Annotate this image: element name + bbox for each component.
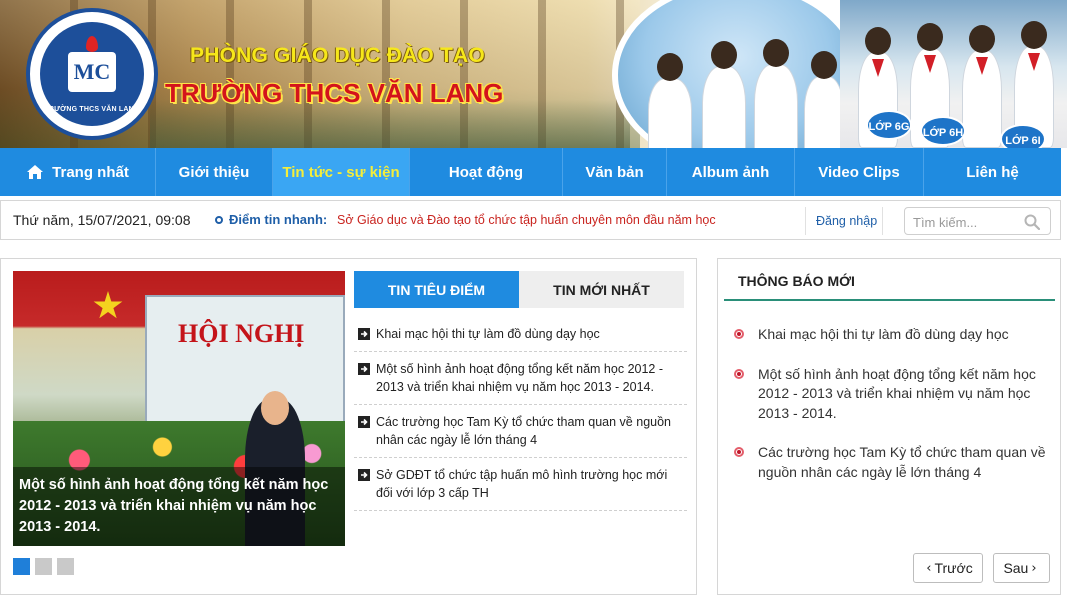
class-sign: LỚP 6G — [866, 110, 912, 140]
bullet-icon — [734, 329, 744, 339]
next-button[interactable]: Sau › — [993, 553, 1050, 583]
info-bar: Thứ năm, 15/07/2021, 09:08 Điểm tin nhan… — [0, 200, 1061, 240]
list-item[interactable]: Một số hình ảnh hoạt động tổng kết năm h… — [354, 352, 687, 405]
nav-item-contact[interactable]: Liên hệ — [924, 148, 1061, 196]
news-tabs: TIN TIÊU ĐIỂM TIN MỚI NHẤT — [354, 271, 684, 308]
slide-dot-2[interactable] — [35, 558, 52, 575]
nav-item-news[interactable]: Tin tức - sự kiện — [273, 148, 410, 196]
nav-item-label: Hoạt động — [448, 163, 524, 181]
prev-button-label: Trước — [934, 560, 973, 576]
student-figure — [962, 25, 1002, 148]
nav-item-label: Trang nhất — [52, 163, 129, 181]
next-button-label: Sau — [1003, 560, 1029, 576]
bullet-icon — [734, 368, 744, 379]
school-logo[interactable]: MC TRƯỜNG THCS VĂN LANG — [26, 8, 158, 140]
book-icon: MC — [68, 52, 116, 92]
chevron-left-icon: ‹ — [926, 560, 932, 576]
nav-item-activities[interactable]: Hoạt động — [410, 148, 563, 196]
header-banner: LỚP 6G LỚP 6H LỚP 6I MC TRƯỜNG THCS VĂN … — [0, 0, 1067, 148]
arrow-right-icon — [358, 328, 370, 340]
arrow-right-icon — [358, 363, 370, 375]
list-item-text: Một số hình ảnh hoạt động tổng kết năm h… — [758, 365, 1036, 421]
list-item-text: Một số hình ảnh hoạt động tổng kết năm h… — [376, 362, 664, 394]
featured-slide[interactable]: HỘI NGHỊ Một số hình ảnh hoạt động tổng … — [13, 271, 345, 546]
quick-news-ticker[interactable]: Sở Giáo dục và Đào tạo tổ chức tập huấn … — [337, 213, 716, 227]
current-datetime: Thứ năm, 15/07/2021, 09:08 — [13, 212, 191, 228]
search-icon[interactable] — [1024, 214, 1040, 230]
notice-panel: THÔNG BÁO MỚI Khai mạc hội thi tự làm đồ… — [717, 258, 1061, 595]
school-title: TRƯỜNG THCS VĂN LANG — [165, 78, 504, 108]
notice-title: THÔNG BÁO MỚI — [724, 265, 1055, 301]
list-item-text: Sở GDĐT tổ chức tập huấn mô hình trường … — [376, 468, 668, 500]
students-circle-photo — [612, 0, 862, 148]
arrow-right-icon — [358, 416, 370, 428]
search-box — [904, 207, 1051, 235]
list-item[interactable]: Khai mạc hội thi tự làm đồ dùng dạy học — [734, 325, 1050, 345]
quick-news-label: Điểm tin nhanh: — [215, 212, 327, 227]
department-title: PHÒNG GIÁO DỤC ĐÀO TẠO — [190, 44, 485, 67]
tab-latest-news[interactable]: TIN MỚI NHẤT — [519, 271, 684, 308]
nav-item-album[interactable]: Album ảnh — [667, 148, 795, 196]
star-icon — [93, 291, 123, 319]
nav-item-label: Video Clips — [818, 163, 900, 181]
target-icon — [215, 216, 223, 224]
nav-item-video[interactable]: Video Clips — [795, 148, 924, 196]
nav-item-label: Tin tức - sự kiện — [282, 163, 400, 181]
home-icon — [27, 165, 44, 179]
list-item-text: Khai mạc hội thi tự làm đồ dùng dạy học — [376, 327, 600, 341]
nav-item-label: Liên hệ — [966, 163, 1019, 181]
slide-dot-3[interactable] — [57, 558, 74, 575]
list-item-text: Các trường học Tam Kỳ tổ chức tham quan … — [758, 444, 1046, 480]
list-item-text: Các trường học Tam Kỳ tổ chức tham quan … — [376, 415, 671, 447]
main-nav: Trang nhất Giới thiệu Tin tức - sự kiện … — [0, 148, 1061, 196]
class-sign: LỚP 6H — [920, 116, 966, 146]
student-figure — [754, 39, 798, 148]
notice-list: Khai mạc hội thi tự làm đồ dùng dạy học … — [734, 325, 1050, 502]
list-item[interactable]: Sở GDĐT tổ chức tập huấn mô hình trường … — [354, 458, 687, 511]
slide-pagination — [13, 558, 79, 575]
slide-dot-1[interactable] — [13, 558, 30, 575]
featured-news-panel: HỘI NGHỊ Một số hình ảnh hoạt động tổng … — [0, 258, 697, 595]
nav-item-about[interactable]: Giới thiệu — [156, 148, 273, 196]
news-list: Khai mạc hội thi tự làm đồ dùng dạy học … — [354, 317, 687, 511]
flame-icon — [86, 36, 98, 52]
conference-banner — [145, 295, 345, 435]
tab-featured-news[interactable]: TIN TIÊU ĐIỂM — [354, 271, 519, 308]
arrow-right-icon — [358, 469, 370, 481]
page: LỚP 6G LỚP 6H LỚP 6I MC TRƯỜNG THCS VĂN … — [0, 0, 1067, 602]
slide-caption[interactable]: Một số hình ảnh hoạt động tổng kết năm h… — [13, 467, 345, 546]
nav-item-label: Giới thiệu — [178, 163, 250, 181]
logo-text: TRƯỜNG THCS VĂN LANG — [44, 106, 140, 113]
students-with-signs-photo: LỚP 6G LỚP 6H LỚP 6I — [840, 0, 1067, 148]
chevron-right-icon: › — [1031, 560, 1037, 576]
nav-item-home[interactable]: Trang nhất — [0, 148, 156, 196]
login-link[interactable]: Đăng nhập — [805, 207, 883, 235]
conference-banner-text: HỘI NGHỊ — [178, 319, 305, 348]
nav-item-label: Văn bản — [585, 163, 644, 181]
list-item-text: Khai mạc hội thi tự làm đồ dùng dạy học — [758, 326, 1009, 342]
student-figure — [702, 41, 746, 148]
quick-news-label-text: Điểm tin nhanh: — [229, 212, 328, 227]
list-item[interactable]: Khai mạc hội thi tự làm đồ dùng dạy học — [354, 317, 687, 352]
class-sign: LỚP 6I — [1000, 124, 1046, 148]
student-figure — [648, 53, 692, 148]
bullet-icon — [734, 447, 744, 457]
search-input[interactable] — [913, 212, 1018, 232]
nav-item-label: Album ảnh — [691, 163, 770, 181]
student-figure — [804, 51, 844, 148]
prev-button[interactable]: ‹ Trước — [913, 553, 983, 583]
list-item[interactable]: Các trường học Tam Kỳ tổ chức tham quan … — [734, 443, 1050, 482]
list-item[interactable]: Các trường học Tam Kỳ tổ chức tham quan … — [354, 405, 687, 458]
nav-item-documents[interactable]: Văn bản — [563, 148, 667, 196]
list-item[interactable]: Một số hình ảnh hoạt động tổng kết năm h… — [734, 365, 1050, 424]
logo-emblem: MC TRƯỜNG THCS VĂN LANG — [40, 22, 144, 126]
